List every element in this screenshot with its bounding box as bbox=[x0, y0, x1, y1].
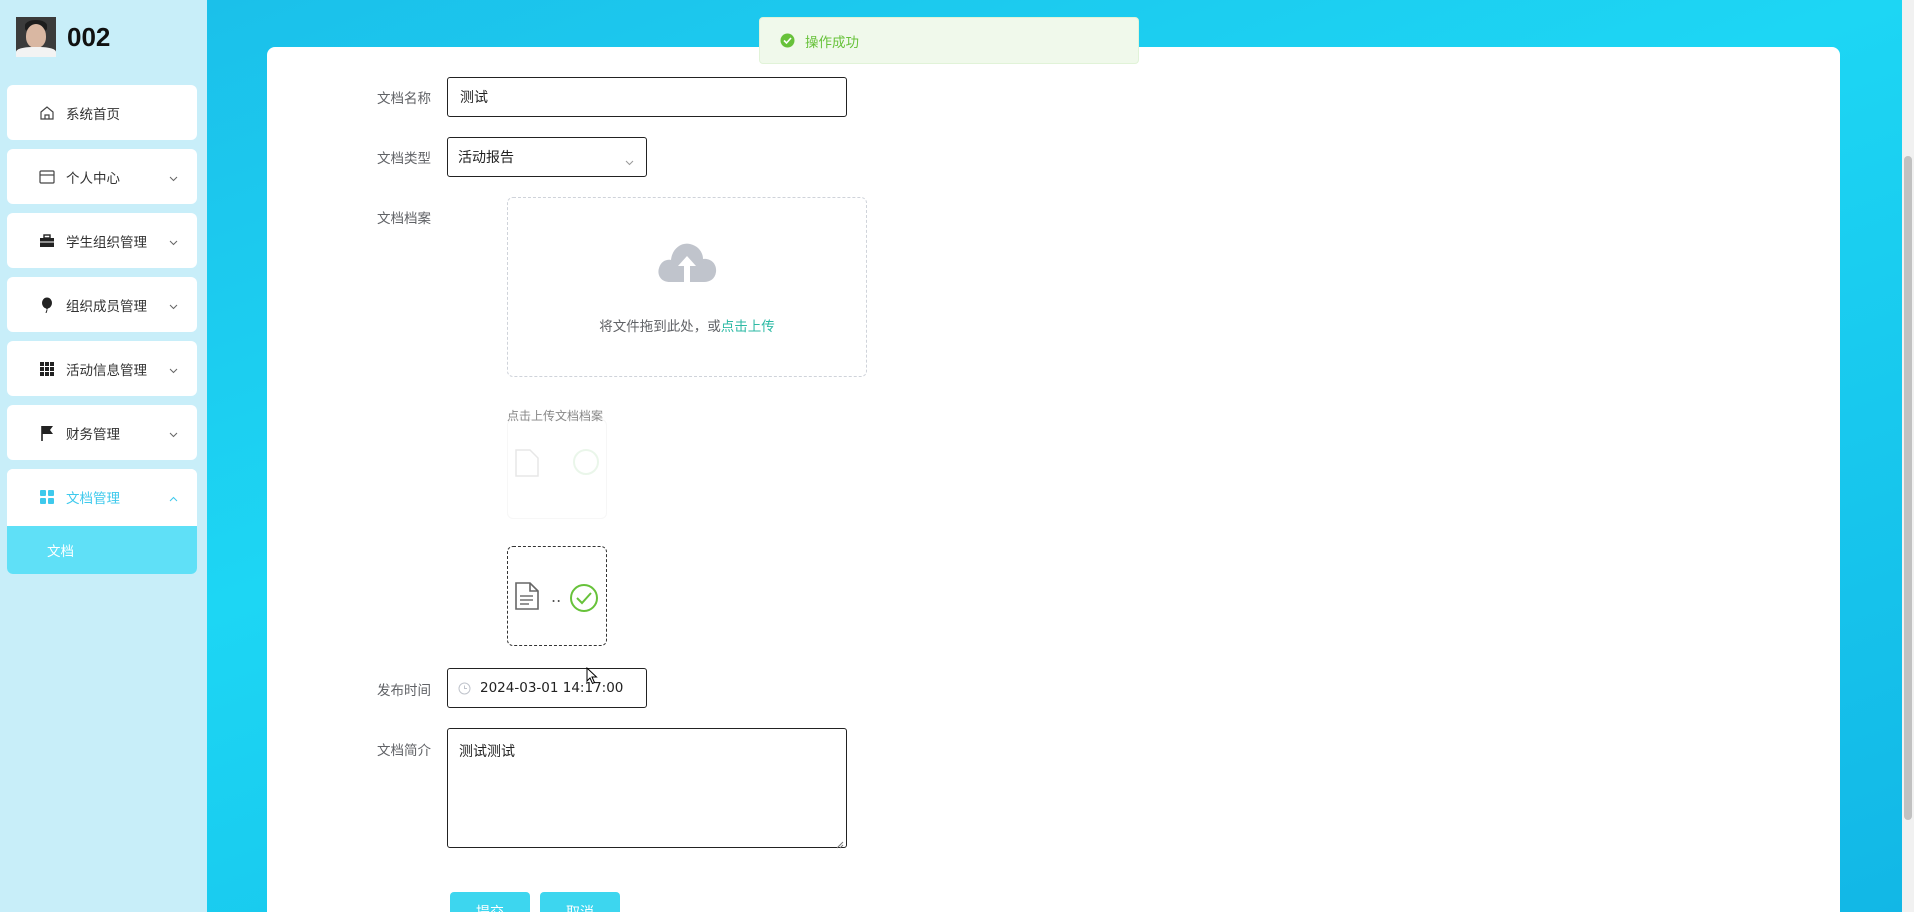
sidebar-item-documents[interactable]: 文档管理 bbox=[7, 469, 197, 524]
sidebar-item-label: 活动信息管理 bbox=[66, 362, 147, 379]
balloon-icon bbox=[38, 296, 56, 314]
chevron-up-icon bbox=[169, 490, 178, 502]
submit-button[interactable]: 提交 bbox=[450, 892, 530, 912]
sidebar-item-label: 财务管理 bbox=[66, 426, 120, 443]
sidebar-item-profile[interactable]: 个人中心 bbox=[7, 149, 197, 204]
upload-text: 将文件拖到此处，或点击上传 bbox=[599, 319, 775, 335]
name-input[interactable]: 测试 bbox=[447, 77, 847, 117]
resize-handle-icon[interactable] bbox=[836, 837, 844, 849]
chevron-down-icon bbox=[169, 170, 178, 182]
sidebar-subitem-document[interactable]: 文档 bbox=[7, 526, 197, 574]
datetime-input[interactable]: 2024-03-01 14:17:00 bbox=[447, 668, 647, 708]
chevron-down-icon bbox=[169, 298, 178, 310]
file-thumbnail-ghost bbox=[507, 419, 607, 519]
file-thumbnail[interactable]: .. bbox=[507, 546, 607, 646]
file-name: .. bbox=[551, 587, 562, 606]
sidebar-item-label: 个人中心 bbox=[66, 170, 120, 187]
toast-message: 操作成功 bbox=[805, 34, 859, 51]
type-select-value: 活动报告 bbox=[458, 150, 514, 166]
apps-icon bbox=[38, 488, 56, 506]
user-box: 002 bbox=[16, 16, 110, 58]
flag-icon bbox=[38, 424, 56, 442]
success-toast: 操作成功 bbox=[759, 17, 1139, 64]
sidebar-subitem-label: 文档 bbox=[47, 544, 74, 560]
document-icon bbox=[514, 581, 540, 615]
sidebar: 002 系统首页 个人中心 学生组织管理 组织成员管理 活动信息管理 财务管理 … bbox=[0, 0, 207, 912]
avatar[interactable] bbox=[16, 17, 56, 57]
grid-icon bbox=[38, 360, 56, 378]
cancel-button[interactable]: 取消 bbox=[540, 892, 620, 912]
type-label: 文档类型 bbox=[377, 151, 431, 167]
time-label: 发布时间 bbox=[377, 683, 431, 699]
chevron-down-icon bbox=[169, 362, 178, 374]
briefcase-icon bbox=[38, 232, 56, 250]
success-icon bbox=[780, 33, 795, 48]
datetime-value: 2024-03-01 14:17:00 bbox=[480, 680, 624, 696]
type-select[interactable]: 活动报告 bbox=[447, 137, 647, 177]
home-icon bbox=[38, 104, 56, 122]
scrollbar-thumb[interactable] bbox=[1904, 156, 1912, 820]
file-label: 文档档案 bbox=[377, 211, 431, 227]
sidebar-item-student-org[interactable]: 学生组织管理 bbox=[7, 213, 197, 268]
cloud-upload-icon bbox=[656, 238, 718, 288]
main-area: 文档名称 测试 文档类型 活动报告 文档档案 将文件拖到此处，或点击上传 点击上… bbox=[207, 0, 1902, 912]
intro-value: 测试测试 bbox=[459, 744, 515, 760]
sidebar-item-label: 系统首页 bbox=[66, 106, 120, 123]
credit-card-icon bbox=[38, 168, 56, 186]
upload-dropzone[interactable]: 将文件拖到此处，或点击上传 bbox=[507, 197, 867, 377]
name-input-value: 测试 bbox=[460, 90, 488, 106]
sidebar-item-label: 学生组织管理 bbox=[66, 234, 147, 251]
sidebar-item-finance[interactable]: 财务管理 bbox=[7, 405, 197, 460]
check-circle-icon bbox=[569, 583, 599, 617]
sidebar-item-label: 文档管理 bbox=[66, 490, 120, 507]
clock-icon bbox=[458, 682, 471, 695]
mouse-cursor-icon bbox=[586, 666, 598, 689]
sidebar-item-label: 组织成员管理 bbox=[66, 298, 147, 315]
vertical-scrollbar[interactable] bbox=[1902, 0, 1914, 912]
intro-label: 文档简介 bbox=[377, 743, 431, 759]
upload-link[interactable]: 点击上传 bbox=[721, 319, 775, 335]
chevron-down-icon bbox=[169, 426, 178, 438]
name-label: 文档名称 bbox=[377, 91, 431, 107]
form-card: 文档名称 测试 文档类型 活动报告 文档档案 将文件拖到此处，或点击上传 点击上… bbox=[267, 47, 1840, 912]
sidebar-item-members[interactable]: 组织成员管理 bbox=[7, 277, 197, 332]
chevron-down-icon bbox=[625, 154, 634, 170]
sidebar-item-activities[interactable]: 活动信息管理 bbox=[7, 341, 197, 396]
intro-textarea[interactable]: 测试测试 bbox=[447, 728, 847, 849]
username: 002 bbox=[67, 21, 111, 52]
chevron-down-icon bbox=[169, 234, 178, 246]
sidebar-item-home[interactable]: 系统首页 bbox=[7, 85, 197, 140]
